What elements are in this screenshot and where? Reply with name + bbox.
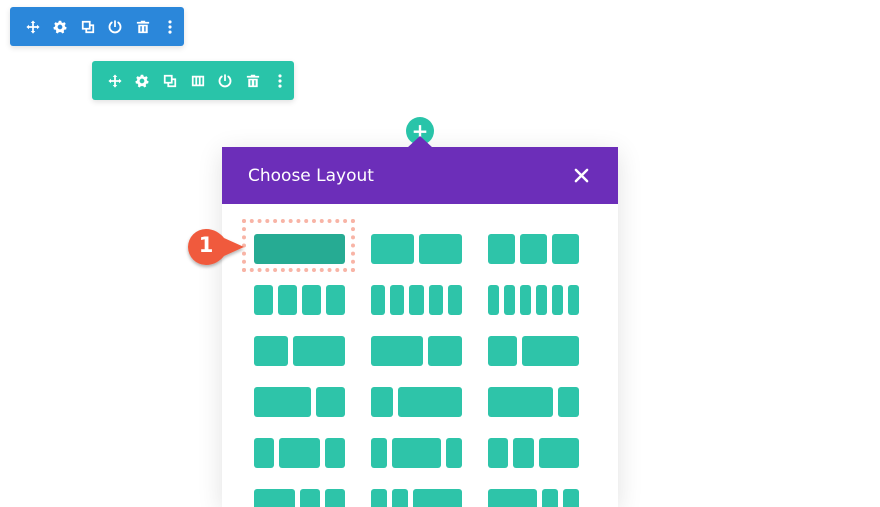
layout-column: [519, 234, 547, 264]
layout-column: [299, 489, 320, 507]
layout-column: [504, 285, 515, 315]
layout-option-1_4_3_4[interactable]: [371, 387, 462, 417]
layout-column: [254, 489, 295, 507]
layout-column: [371, 438, 388, 468]
layout-column: [428, 285, 443, 315]
layout-column: [371, 234, 414, 264]
gear-icon[interactable]: [47, 8, 75, 46]
layout-column: [520, 285, 531, 315]
power-icon[interactable]: [102, 8, 130, 46]
choose-layout-modal: Choose Layout: [222, 147, 618, 507]
layout-column: [488, 234, 515, 264]
layout-option-2_5_3_5[interactable]: [254, 336, 345, 366]
layout-column: [557, 387, 579, 417]
layout-column: [513, 438, 534, 468]
layout-column: [254, 387, 312, 417]
layout-column: [254, 336, 289, 366]
layout-column: [541, 489, 558, 507]
more-icon[interactable]: [157, 8, 185, 46]
layout-column: [551, 234, 579, 264]
layout-column: [278, 285, 297, 315]
layout-column: [447, 285, 462, 315]
layout-column: [445, 438, 462, 468]
layout-column: [488, 489, 537, 507]
layout-column: [293, 336, 345, 366]
layout-column: [397, 387, 462, 417]
close-icon[interactable]: [570, 165, 592, 187]
layout-column: [392, 438, 441, 468]
layout-column: [536, 285, 547, 315]
layout-column: [326, 285, 345, 315]
layout-option-3_5_1_5_1_5[interactable]: [488, 489, 579, 507]
layout-column: [390, 285, 405, 315]
selection-highlight: [242, 219, 355, 272]
row-toolbar: [92, 61, 294, 100]
layout-option-3_5_2_5[interactable]: [371, 336, 462, 366]
layout-column: [316, 387, 345, 417]
layout-option-1_2_1_4_1_4[interactable]: [254, 489, 345, 507]
trash-icon[interactable]: [239, 62, 267, 100]
layout-column: [324, 438, 345, 468]
move-icon[interactable]: [19, 8, 47, 46]
modal-header: Choose Layout: [222, 147, 618, 204]
layout-column: [371, 489, 388, 507]
columns-icon[interactable]: [184, 62, 212, 100]
layout-column: [254, 438, 275, 468]
layout-column: [371, 387, 393, 417]
layout-option-1_5_1_5_3_5[interactable]: [371, 489, 462, 507]
layout-option-1_6x6[interactable]: [488, 285, 579, 315]
layout-column: [302, 285, 321, 315]
callout-number: 1: [198, 233, 214, 257]
layout-column: [392, 489, 409, 507]
duplicate-icon[interactable]: [156, 62, 184, 100]
more-icon[interactable]: [266, 62, 294, 100]
layout-column: [552, 285, 563, 315]
layout-column: [427, 336, 462, 366]
layout-option-3_4_1_4[interactable]: [488, 387, 579, 417]
layout-column: [521, 336, 579, 366]
section-toolbar: [10, 7, 184, 46]
layout-column: [279, 438, 320, 468]
layout-option-1_4_1_2_1_4[interactable]: [254, 438, 345, 468]
layout-column: [371, 336, 423, 366]
layout-column: [254, 285, 273, 315]
layout-option-1_5_3_5_1_5[interactable]: [371, 438, 462, 468]
layout-column: [413, 489, 462, 507]
layout-column: [488, 438, 509, 468]
layout-column: [488, 285, 499, 315]
layout-column: [488, 387, 553, 417]
modal-title: Choose Layout: [248, 165, 374, 186]
trash-icon[interactable]: [129, 8, 157, 46]
layout-option-1_3_2_3[interactable]: [488, 336, 579, 366]
move-icon[interactable]: [101, 62, 129, 100]
layout-column: [488, 336, 517, 366]
layout-option-1_4_1_4_1_2[interactable]: [488, 438, 579, 468]
power-icon[interactable]: [211, 62, 239, 100]
duplicate-icon[interactable]: [74, 8, 102, 46]
layout-column: [419, 234, 462, 264]
layout-column: [538, 438, 579, 468]
layout-option-1_2_1_2[interactable]: [371, 234, 462, 264]
layout-column: [562, 489, 579, 507]
layout-column: [409, 285, 424, 315]
layout-column: [324, 489, 345, 507]
callout-marker: 1: [186, 228, 250, 266]
layout-option-1_3_1_3_1_3[interactable]: [488, 234, 579, 264]
gear-icon[interactable]: [129, 62, 157, 100]
layout-column: [568, 285, 579, 315]
layout-option-1_5x5[interactable]: [371, 285, 462, 315]
layout-option-2_3_1_3[interactable]: [254, 387, 345, 417]
layout-column: [371, 285, 386, 315]
layout-option-1_4x4[interactable]: [254, 285, 345, 315]
modal-pointer: [407, 136, 433, 148]
